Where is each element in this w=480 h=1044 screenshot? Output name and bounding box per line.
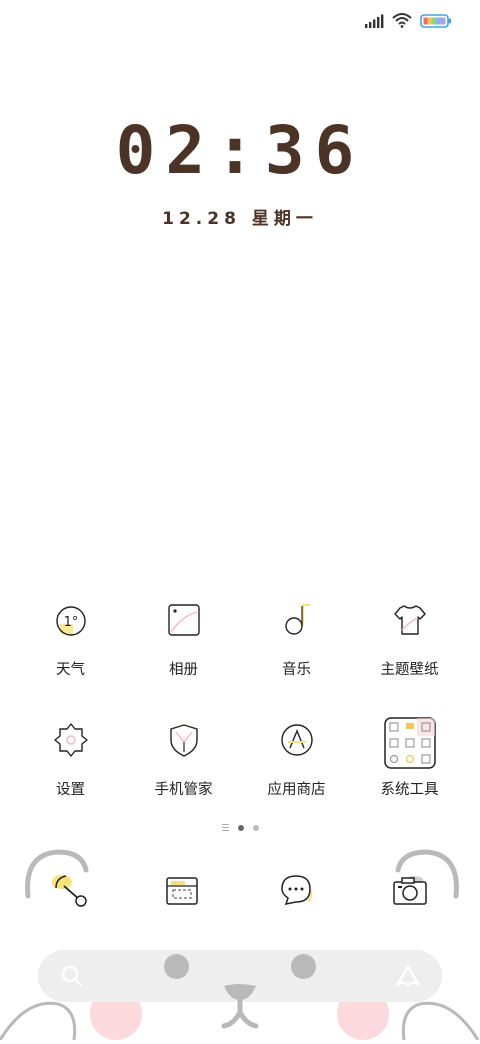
app-label: 相册 — [169, 662, 198, 678]
bear-paw-left — [0, 998, 80, 1044]
bear-paw-right — [398, 998, 480, 1044]
weather-icon: 1° — [47, 596, 95, 644]
app-label: 天气 — [56, 662, 85, 678]
app-theme[interactable]: 主题壁纸 — [353, 596, 466, 679]
app-weather[interactable]: 1° 天气 — [14, 596, 127, 679]
weather-temperature: 1° — [63, 615, 78, 630]
status-bar — [0, 0, 480, 40]
page-indicator[interactable] — [0, 824, 480, 831]
app-store[interactable]: 应用商店 — [240, 716, 353, 799]
camera-icon[interactable] — [390, 872, 430, 912]
search-icon[interactable] — [60, 964, 84, 992]
music-icon — [273, 596, 321, 644]
app-tools-folder[interactable]: 系统工具 — [353, 716, 466, 799]
app-label: 主题壁纸 — [380, 662, 439, 678]
app-music[interactable]: 音乐 — [240, 596, 353, 679]
bear-eye-left — [164, 954, 189, 979]
tools-folder-icon — [383, 716, 437, 770]
messages-icon[interactable] — [278, 872, 318, 912]
app-label: 音乐 — [282, 662, 311, 678]
signal-icon — [364, 13, 384, 32]
bear-nose — [220, 982, 260, 1034]
page-dot-current — [237, 824, 244, 831]
phone-icon[interactable] — [48, 868, 88, 908]
app-label: 设置 — [56, 782, 85, 798]
battery-icon — [420, 13, 452, 32]
app-label: 应用商店 — [267, 782, 326, 798]
gallery-icon — [160, 596, 208, 644]
clock-date[interactable]: 12.28 星期一 — [0, 204, 480, 229]
page-dot — [252, 824, 259, 831]
security-icon — [160, 716, 208, 764]
browser-icon[interactable] — [164, 872, 204, 912]
settings-icon — [47, 716, 95, 764]
page-dot-list — [221, 824, 229, 831]
app-store-icon — [273, 716, 321, 764]
app-security[interactable]: 手机管家 — [127, 716, 240, 799]
wifi-icon — [392, 12, 412, 32]
app-label: 手机管家 — [154, 782, 213, 798]
app-label: 系统工具 — [380, 782, 439, 798]
bear-eye-right — [291, 954, 316, 979]
theme-icon — [386, 596, 434, 644]
app-settings[interactable]: 设置 — [14, 716, 127, 799]
assistant-icon[interactable] — [394, 963, 422, 993]
clock-time[interactable]: 02:36 — [0, 112, 480, 189]
app-gallery[interactable]: 相册 — [127, 596, 240, 679]
